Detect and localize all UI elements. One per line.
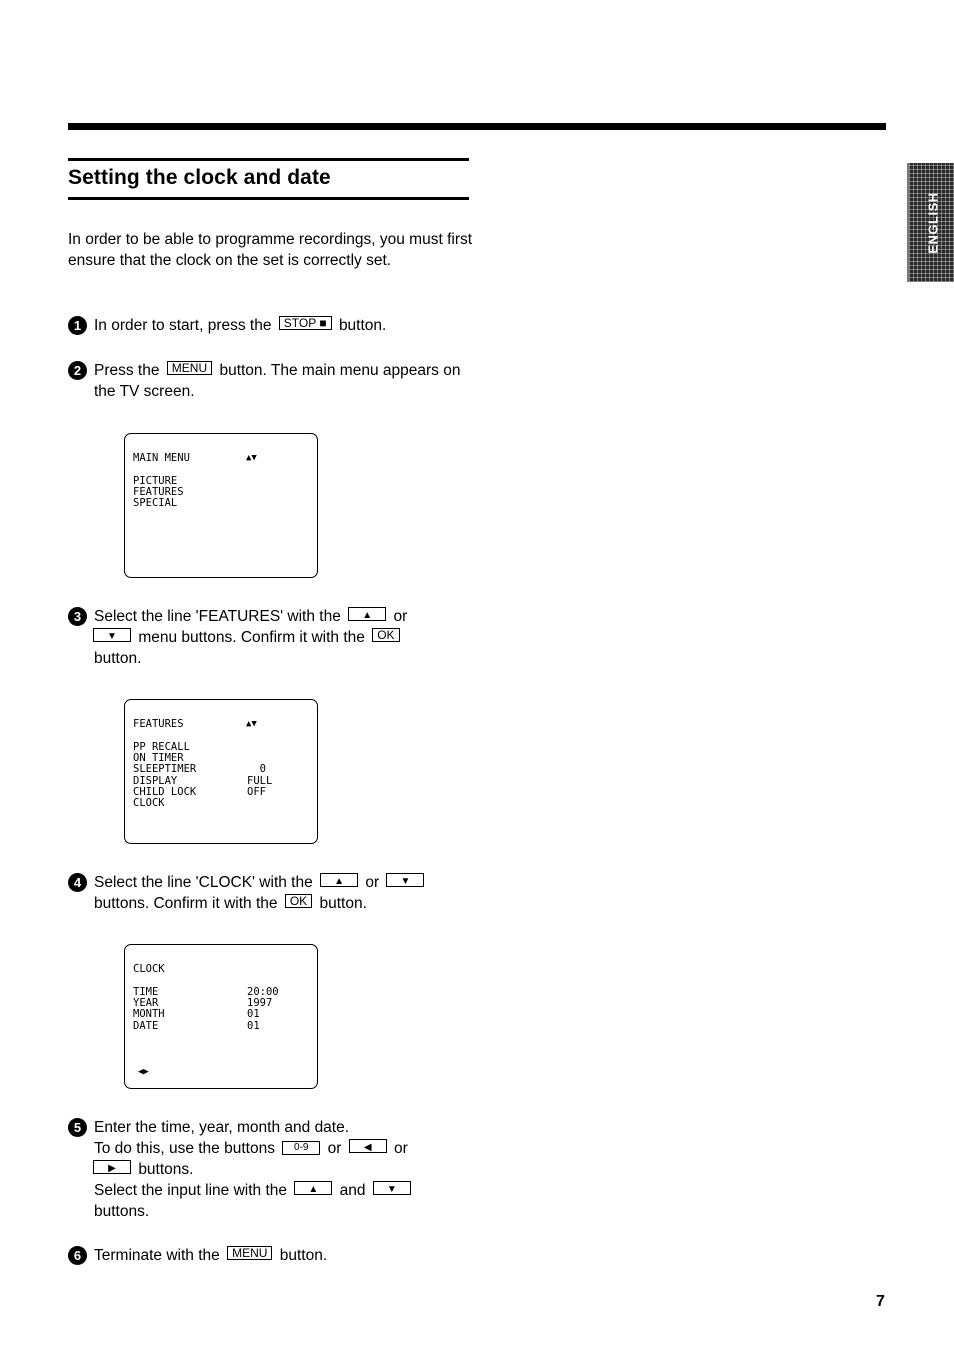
language-tab-label: ENGLISH xyxy=(925,191,940,254)
down-arrow-icon: ▼ xyxy=(386,1184,397,1195)
menu-row: SPECIAL xyxy=(133,497,178,510)
down-key: ▼ xyxy=(93,628,131,642)
left-key: ◀ xyxy=(348,1139,387,1153)
step-1: 1 In order to start, press the STOP ■ bu… xyxy=(68,315,478,336)
step-number: 4 xyxy=(68,873,87,892)
step-5: 5 Enter the time, year, month and date. … xyxy=(68,1117,478,1222)
tv-screen-main-menu: MAIN MENU ▲▼ PICTURE FEATURES SPECIAL xyxy=(124,433,318,578)
down-arrow-icon: ▼ xyxy=(107,631,117,642)
left-right-arrows-icon: ◀▶ xyxy=(138,1066,149,1077)
screen-header: CLOCK xyxy=(133,963,165,975)
step-4: 4 Select the line 'CLOCK' with the ▲ or … xyxy=(68,872,478,914)
step-3: 3 Select the line 'FEATURES' with the ▲ … xyxy=(68,606,478,669)
page-number: 7 xyxy=(876,1293,885,1310)
right-arrow-icon: ▶ xyxy=(108,1163,116,1174)
screen-header: MAIN MENU xyxy=(133,452,190,464)
menu-key: MENU xyxy=(227,1246,273,1260)
menu-row: CLOCK xyxy=(133,796,165,809)
up-arrow-icon: ▲ xyxy=(362,610,373,621)
right-key: ▶ xyxy=(93,1160,131,1174)
ok-key: OK xyxy=(372,628,400,642)
left-arrow-icon: ◀ xyxy=(363,1142,372,1153)
up-key: ▲ xyxy=(348,607,387,621)
up-arrow-icon: ▲ xyxy=(334,876,344,887)
digit-keys: 0-9 xyxy=(282,1141,321,1155)
up-key: ▲ xyxy=(294,1181,333,1195)
top-rule xyxy=(68,123,886,130)
up-key: ▲ xyxy=(320,873,359,887)
up-arrow-icon: ▲ xyxy=(308,1184,319,1195)
down-key: ▼ xyxy=(386,873,425,887)
stop-key: STOP ■ xyxy=(278,316,332,330)
down-arrow-icon: ▼ xyxy=(400,876,411,887)
language-tab: ENGLISH xyxy=(907,163,954,282)
step-number: 2 xyxy=(68,361,87,380)
menu-row: SLEEPTIMER 0 xyxy=(133,763,266,776)
title-rule-top xyxy=(68,158,469,161)
menu-row: TIME 20:00 xyxy=(133,986,279,998)
up-down-arrows-icon: ▲▼ xyxy=(246,719,257,729)
menu-key: MENU xyxy=(166,361,213,375)
menu-row: MONTH 01 xyxy=(133,1008,260,1021)
step-2: 2 Press the MENU button. The main menu a… xyxy=(68,360,478,402)
up-down-arrows-icon: ▲▼ xyxy=(246,453,257,463)
step-number: 6 xyxy=(68,1246,87,1265)
screen-header: FEATURES xyxy=(133,718,184,730)
title-rule-bottom xyxy=(68,197,469,200)
intro-paragraph: In order to be able to programme recordi… xyxy=(68,231,473,269)
ok-key: OK xyxy=(284,894,313,908)
page-title: Setting the clock and date xyxy=(68,166,331,189)
step-number: 1 xyxy=(68,316,87,335)
tv-screen-features: FEATURES ▲▼ PP RECALL ON TIMER SLEEPTIME… xyxy=(124,699,318,844)
step-6: 6 Terminate with the MENU button. xyxy=(68,1245,478,1266)
step-number: 3 xyxy=(68,607,87,626)
step-number: 5 xyxy=(68,1118,87,1137)
menu-row: DATE 01 xyxy=(133,1019,260,1032)
tv-screen-clock: CLOCK TIME 20:00 YEAR 1997 MONTH 01 DATE 01 … xyxy=(124,944,318,1089)
down-key: ▼ xyxy=(372,1181,411,1195)
